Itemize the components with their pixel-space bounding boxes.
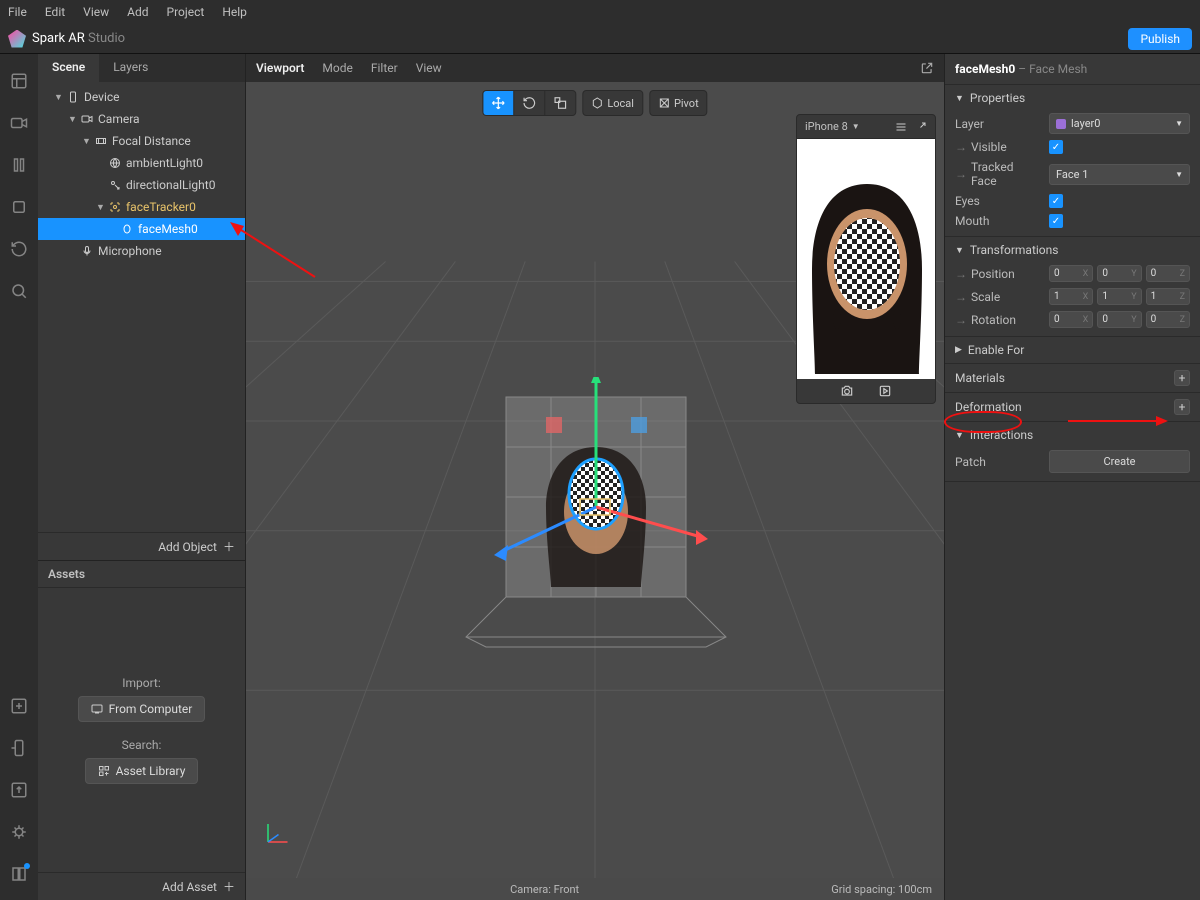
section-enable-for[interactable]: ▶Enable For [945,337,1200,363]
title-bar: Spark AR Studio Publish [0,24,1200,54]
app-name: Spark AR [32,31,85,46]
preview-image [797,139,935,379]
camera-icon[interactable] [10,114,28,132]
mouth-checkbox[interactable]: ✓ [1049,214,1063,228]
menu-edit[interactable]: Edit [45,5,65,19]
capture-icon[interactable] [840,384,854,398]
scale-fields[interactable]: 1X1Y1Z [1049,288,1190,305]
tab-layers[interactable]: Layers [99,54,162,82]
tree-directional-light[interactable]: directionalLight0 [38,174,245,196]
label-mouth: Mouth [955,214,1041,228]
menu-add[interactable]: Add [127,5,148,19]
section-materials[interactable]: Materials + [945,364,1200,392]
menu-icon[interactable] [895,121,907,133]
viewport-tab-filter[interactable]: Filter [371,61,398,75]
visible-checkbox[interactable]: ✓ [1049,140,1063,154]
menu-help[interactable]: Help [222,5,247,19]
inspector-panel: faceMesh0 – Face Mesh ▼Properties Layerl… [944,54,1200,900]
pivot-toggle[interactable]: Pivot [650,91,707,115]
refresh-icon[interactable] [10,240,28,258]
spark-logo-icon [8,30,26,48]
import-label: Import: [122,676,161,690]
position-fields[interactable]: 0X0Y0Z [1049,265,1190,282]
rotation-fields[interactable]: 0X0Y0Z [1049,311,1190,328]
tree-ambient-light[interactable]: ambientLight0 [38,152,245,174]
layer-select[interactable]: layer0▼ [1049,113,1190,134]
stop-icon[interactable] [10,198,28,216]
tree-camera[interactable]: ▼Camera [38,108,245,130]
label-scale: →Scale [955,290,1041,304]
eyes-checkbox[interactable]: ✓ [1049,194,1063,208]
label-position: →Position [955,267,1041,281]
app-name-suffix: Studio [88,31,125,46]
publish-button[interactable]: Publish [1128,28,1192,50]
tracked-face-select[interactable]: Face 1▼ [1049,164,1190,185]
notification-dot [24,863,30,869]
coord-toggle[interactable]: Local [583,91,642,115]
tree-microphone[interactable]: Microphone [38,240,245,262]
create-patch-button[interactable]: Create [1049,450,1190,473]
viewport-3d[interactable]: Local Pivot iPhone 8▼ [246,82,944,878]
section-interactions[interactable]: ▼Interactions [945,422,1200,448]
app-logo: Spark AR Studio [8,30,125,48]
menu-file[interactable]: File [8,5,27,19]
assets-header: Assets [38,561,245,588]
assets-panel: Assets Import: From Computer Search: Ass… [38,560,245,900]
layout-icon[interactable] [10,72,28,90]
popout-preview-icon[interactable] [915,121,927,133]
export-icon[interactable] [10,781,28,799]
search-label: Search: [122,738,162,752]
add-material-button[interactable]: + [1174,370,1190,386]
section-transformations[interactable]: ▼Transformations [945,237,1200,263]
add-deformation-button[interactable]: + [1174,399,1190,415]
reset-icon[interactable] [878,384,892,398]
search-icon[interactable] [10,282,28,300]
tree-face-mesh[interactable]: faceMesh0 [38,218,245,240]
move-tool-button[interactable] [483,91,513,115]
menu-view[interactable]: View [83,5,109,19]
scene-object [456,377,736,677]
scale-tool-button[interactable] [544,91,575,115]
scene-tree: ▼Device ▼Camera ▼Focal Distance ambientL… [38,82,245,532]
add-object-button[interactable]: Add Object＋ [38,532,245,560]
center-panel: Viewport Mode Filter View [246,54,944,900]
asset-library-button[interactable]: Asset Library [85,758,199,784]
from-computer-button[interactable]: From Computer [78,696,206,722]
section-deformation[interactable]: Deformation + [945,393,1200,421]
add-asset-button[interactable]: Add Asset＋ [38,872,245,900]
tree-focal-distance[interactable]: ▼Focal Distance [38,130,245,152]
popout-icon[interactable] [920,61,934,75]
device-selector[interactable]: iPhone 8▼ [805,120,860,133]
menu-bar: File Edit View Add Project Help [0,0,1200,24]
add-panel-icon[interactable] [10,697,28,715]
tab-scene[interactable]: Scene [38,54,99,82]
grid-status: Grid spacing: 100cm [831,883,932,896]
camera-status: Camera: Front [510,883,579,896]
left-icon-rail [0,54,38,900]
viewport-tabs: Viewport Mode Filter View [246,54,944,82]
tree-device[interactable]: ▼Device [38,86,245,108]
bug-icon[interactable] [10,823,28,841]
label-visible: →Visible [955,140,1041,154]
label-eyes: Eyes [955,194,1041,208]
left-panel: Scene Layers ▼Device ▼Camera ▼Focal Dist… [38,54,246,900]
viewport-tab-mode[interactable]: Mode [322,61,352,75]
viewport-tab-viewport[interactable]: Viewport [256,61,304,75]
label-tracked-face: →Tracked Face [955,160,1041,188]
menu-project[interactable]: Project [167,5,205,19]
viewport-toolbar: Local Pivot [482,90,707,116]
inspector-header: faceMesh0 – Face Mesh [945,54,1200,85]
rotate-tool-button[interactable] [513,91,544,115]
pause-icon[interactable] [10,156,28,174]
send-to-device-icon[interactable] [10,739,28,757]
label-layer: Layer [955,117,1041,131]
section-properties[interactable]: ▼Properties [945,85,1200,111]
axis-widget [262,818,292,848]
device-preview: iPhone 8▼ [796,114,936,404]
tree-face-tracker[interactable]: ▼faceTracker0 [38,196,245,218]
label-rotation: →Rotation [955,313,1041,327]
status-bar: Camera: Front Grid spacing: 100cm [246,878,944,900]
label-patch: Patch [955,455,1041,469]
viewport-tab-view[interactable]: View [416,61,442,75]
